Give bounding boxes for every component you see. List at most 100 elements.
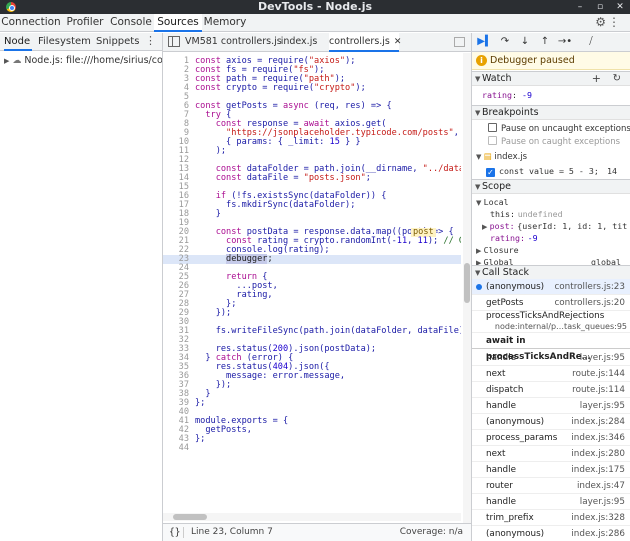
- frame-location[interactable]: layer.js:95: [580, 494, 625, 510]
- call-stack-frame[interactable]: next index.js:280: [472, 446, 630, 462]
- call-stack-frame[interactable]: processTicksAndRejections node:internal/p…: [472, 311, 630, 333]
- step-out-icon[interactable]: ↑: [536, 34, 554, 50]
- code-line[interactable]: 14 const dataFile = "posts.json";: [163, 174, 461, 183]
- more-options-icon[interactable]: ⋮: [608, 15, 620, 29]
- call-stack-section-header[interactable]: ▼ Call Stack: [472, 265, 630, 280]
- editor-horizontal-scrollbar[interactable]: [163, 513, 461, 521]
- call-stack-frame[interactable]: handle layer.js:95: [472, 398, 630, 414]
- expand-arrow-icon[interactable]: ▶: [482, 223, 490, 231]
- frame-location[interactable]: index.js:286: [571, 526, 625, 541]
- maximize-button[interactable]: ▫: [592, 0, 608, 14]
- pause-uncaught-label: Pause on uncaught exceptions: [501, 124, 630, 134]
- editor-tab-index[interactable]: index.js: [273, 33, 325, 52]
- call-stack-frame[interactable]: handle layer.js:95: [472, 494, 630, 510]
- nav-tab-filesystem[interactable]: Filesystem: [38, 33, 91, 51]
- toggle-debugger-icon[interactable]: [454, 37, 465, 47]
- code-line[interactable]: 31 fs.writeFileSync(path.join(dataFolder…: [163, 327, 461, 336]
- tab-sources[interactable]: Sources: [154, 14, 202, 32]
- frame-location[interactable]: index.js:280: [571, 446, 625, 462]
- nav-tab-snippets[interactable]: Snippets: [96, 33, 144, 51]
- call-stack-frame[interactable]: router index.js:47: [472, 478, 630, 494]
- pause-caught-row[interactable]: Pause on caught exceptions: [472, 136, 630, 148]
- tab-connection[interactable]: Connection: [0, 14, 62, 32]
- code-line[interactable]: 38 }: [163, 390, 461, 399]
- breakpoint-entry[interactable]: const value = 5 - 3; 14: [472, 165, 630, 177]
- watch-section-header[interactable]: ▼ Watch + ↻: [472, 71, 630, 86]
- step-into-icon[interactable]: ↓: [516, 34, 534, 50]
- scope-post-row[interactable]: ▶ post: {userId: 1, id: 1, tit: [472, 220, 630, 232]
- watch-expression-row[interactable]: rating: -9: [472, 89, 630, 101]
- frame-location[interactable]: layer.js:95: [580, 398, 625, 414]
- pause-uncaught-row[interactable]: Pause on uncaught exceptions: [472, 123, 630, 135]
- code-line[interactable]: 23 debugger;: [163, 254, 461, 264]
- frame-location[interactable]: route.js:114: [572, 382, 625, 398]
- scope-local-row[interactable]: ▼ Local: [472, 196, 630, 208]
- call-stack-frame[interactable]: process_params index.js:346: [472, 430, 630, 446]
- call-stack-frame[interactable]: await in processTicksAndRe…: [472, 333, 630, 362]
- call-stack-frame[interactable]: dispatch route.js:114: [472, 382, 630, 398]
- frame-location[interactable]: index.js:328: [571, 510, 625, 526]
- tab-memory[interactable]: Memory: [202, 14, 248, 32]
- call-stack-frame[interactable]: (anonymous) index.js:286: [472, 526, 630, 541]
- scope-closure-row[interactable]: ▶ Closure: [472, 244, 630, 256]
- resume-icon[interactable]: ▶▍: [476, 34, 494, 50]
- code-line[interactable]: 18 }: [163, 210, 461, 219]
- toggle-navigator-icon[interactable]: [168, 36, 180, 47]
- scroll-thumb[interactable]: [173, 514, 207, 520]
- add-watch-icon[interactable]: +: [592, 72, 601, 86]
- frame-location[interactable]: index.js:284: [571, 414, 625, 430]
- pretty-print-button[interactable]: {}: [169, 524, 180, 541]
- frame-location[interactable]: index.js:47: [577, 478, 625, 494]
- scope-this-row[interactable]: this: undefined: [472, 208, 630, 220]
- code-line[interactable]: 43};: [163, 435, 461, 444]
- frame-location[interactable]: layer.js:95: [580, 350, 625, 366]
- refresh-icon[interactable]: ↻: [613, 72, 621, 86]
- editor-tab-vm581-controllers[interactable]: VM581 controllers.js: [185, 33, 282, 52]
- code-line[interactable]: 44: [163, 444, 461, 453]
- editor-tab-controllers[interactable]: controllers.js ✕: [329, 33, 402, 52]
- breakpoint-file-row[interactable]: ▼ ▤ index.js: [472, 151, 630, 163]
- code-line[interactable]: 4 const crypto = require("crypto");: [163, 84, 461, 93]
- call-stack-frame[interactable]: (anonymous) controllers.js:23: [472, 279, 630, 295]
- code-line[interactable]: 42 getPosts,: [163, 426, 461, 435]
- frame-location[interactable]: index.js:175: [571, 462, 625, 478]
- deactivate-breakpoints-icon[interactable]: ⧸: [582, 34, 600, 50]
- info-icon: i: [476, 55, 487, 66]
- code-line[interactable]: 11 );: [163, 147, 461, 156]
- call-stack-frame[interactable]: handle layer.js:95: [472, 350, 630, 366]
- pause-caught-checkbox[interactable]: [488, 136, 497, 145]
- scope-section-header[interactable]: ▼ Scope: [472, 179, 630, 194]
- call-stack-frame[interactable]: (anonymous) index.js:284: [472, 414, 630, 430]
- pause-uncaught-checkbox[interactable]: [488, 123, 497, 132]
- frame-location[interactable]: controllers.js:23: [554, 279, 625, 295]
- nav-tab-node[interactable]: Node: [4, 33, 32, 51]
- frame-location[interactable]: index.js:346: [571, 430, 625, 446]
- call-stack-frame[interactable]: handle index.js:175: [472, 462, 630, 478]
- expand-arrow-icon[interactable]: ▶: [476, 247, 484, 255]
- tab-profiler[interactable]: Profiler: [62, 14, 108, 32]
- tree-item-node-root[interactable]: ▶☁Node.js: file:///home/sirius/coding/a: [0, 53, 162, 69]
- expand-arrow-icon[interactable]: ▶: [4, 57, 9, 65]
- tab-console[interactable]: Console: [108, 14, 154, 32]
- close-window-button[interactable]: ✕: [612, 0, 628, 14]
- frame-location[interactable]: route.js:144: [572, 366, 625, 382]
- frame-function-name: (anonymous): [486, 417, 545, 427]
- scope-rating-row[interactable]: rating: -9: [472, 232, 630, 244]
- breakpoint-checkbox[interactable]: [486, 168, 495, 177]
- step-over-icon[interactable]: ↷: [496, 34, 514, 50]
- editor-vertical-scrollbar[interactable]: [463, 53, 471, 537]
- close-tab-icon[interactable]: ✕: [394, 37, 402, 47]
- code-view[interactable]: 1 const axios = require("axios"); 2 const f…: [163, 53, 461, 537]
- code-line[interactable]: 39};: [163, 399, 461, 408]
- call-stack-frame[interactable]: trim_prefix index.js:328: [472, 510, 630, 526]
- scroll-thumb[interactable]: [464, 263, 470, 303]
- minimize-button[interactable]: –: [572, 0, 588, 14]
- navigator-more-icon[interactable]: ⋮: [145, 34, 156, 47]
- settings-gear-icon[interactable]: ⚙: [595, 15, 606, 29]
- line-number[interactable]: 44: [163, 444, 189, 453]
- call-stack-frame[interactable]: next route.js:144: [472, 366, 630, 382]
- step-icon[interactable]: →•: [556, 34, 574, 50]
- breakpoints-section-header[interactable]: ▼ Breakpoints: [472, 105, 630, 120]
- scope-rating-value: -9: [527, 233, 538, 243]
- code-line[interactable]: 29 });: [163, 309, 461, 318]
